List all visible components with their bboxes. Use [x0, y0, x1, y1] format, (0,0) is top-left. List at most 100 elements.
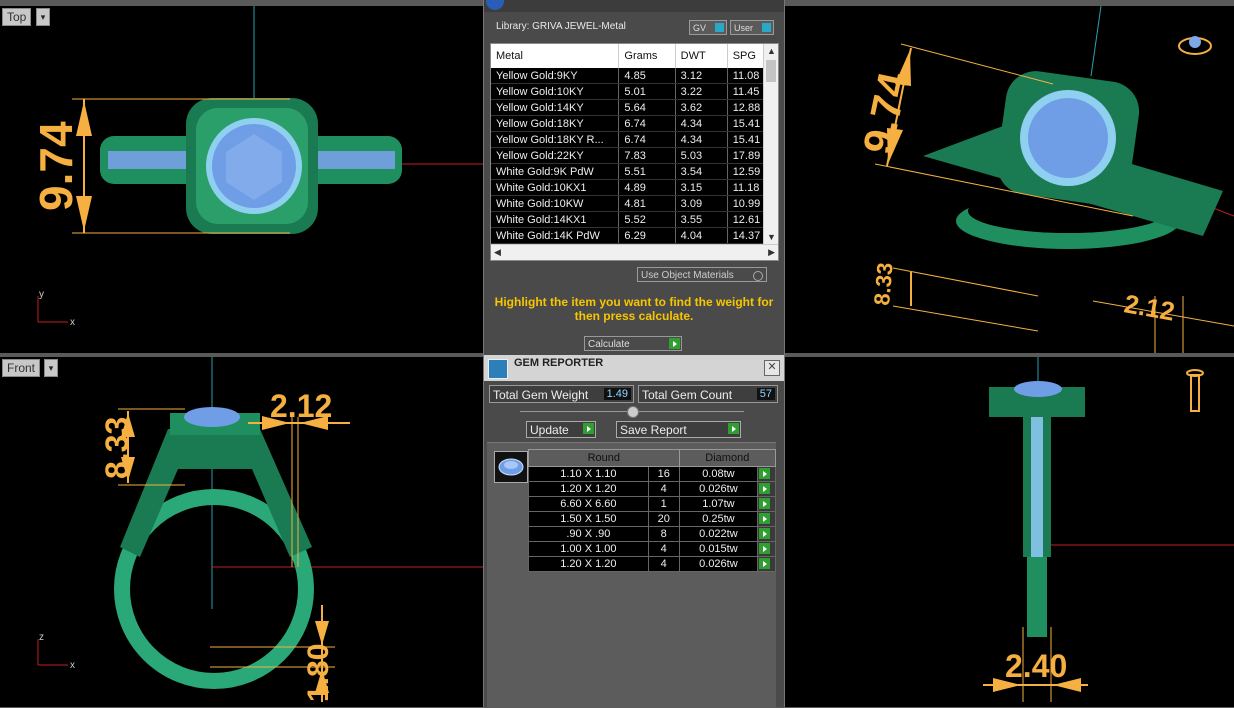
dwt-value: 3.55	[675, 211, 728, 228]
table-row[interactable]: White Gold:14K PdW 6.29 4.04 14.37	[491, 227, 778, 244]
gem-weight: 0.026tw	[678, 481, 759, 497]
scroll-down-icon[interactable]: ▼	[767, 232, 776, 242]
round-gem-thumbnail	[494, 451, 528, 483]
row-action-button[interactable]	[757, 511, 776, 527]
scroll-left-icon[interactable]: ◀	[494, 247, 501, 258]
total-gem-weight-label: Total Gem Weight	[493, 388, 589, 402]
user-button[interactable]: User	[730, 20, 774, 35]
use-object-materials-option[interactable]: Use Object Materials	[637, 267, 767, 282]
gem-weight: 1.07tw	[678, 496, 759, 512]
table-row[interactable]: 6.60 X 6.60 1 1.07tw	[528, 496, 776, 512]
table-row[interactable]: White Gold:10KX1 4.89 3.15 11.18	[491, 179, 778, 196]
calculate-label: Calculate	[588, 339, 630, 350]
play-icon	[583, 423, 594, 434]
column-header-dwt[interactable]: DWT	[675, 44, 728, 68]
dim-persp-c: 2.12	[1122, 288, 1177, 326]
metal-name: Yellow Gold:18KY	[491, 115, 620, 132]
viewport-right[interactable]: 2.40	[783, 357, 1234, 707]
axis-y-label: y	[39, 289, 44, 300]
table-row[interactable]: White Gold:14KX1 5.52 3.55 12.61	[491, 211, 778, 228]
chevron-down-icon[interactable]: ▾	[44, 359, 58, 377]
table-row[interactable]: 1.20 X 1.20 4 0.026tw	[528, 556, 776, 572]
gv-button-label: GV	[693, 23, 707, 33]
table-row[interactable]: Yellow Gold:18KY 6.74 4.34 15.41	[491, 115, 778, 132]
gem-size: 6.60 X 6.60	[528, 496, 649, 512]
table-row[interactable]: White Gold:10KW 4.81 3.09 10.99	[491, 195, 778, 212]
scroll-right-icon[interactable]: ▶	[768, 247, 775, 258]
gem-weight: 0.08tw	[678, 466, 759, 482]
metal-name: Yellow Gold:18KY R...	[491, 131, 620, 148]
gem-size: 1.50 X 1.50	[528, 511, 649, 527]
total-gem-weight-value: 1.49	[603, 388, 631, 400]
viewport-label-top[interactable]: Top	[2, 8, 32, 26]
play-icon	[669, 338, 680, 349]
dwt-value: 3.62	[675, 99, 728, 116]
gem-weight: 0.25tw	[678, 511, 759, 527]
grams-value: 4.85	[618, 68, 676, 84]
column-header-shape: Round	[528, 449, 680, 467]
chevron-down-icon[interactable]: ▾	[36, 8, 50, 26]
close-icon[interactable]: ✕	[764, 360, 780, 376]
total-gem-weight-field: Total Gem Weight 1.49	[489, 385, 634, 403]
table-row[interactable]: 1.20 X 1.20 4 0.026tw	[528, 481, 776, 497]
column-header-type: Diamond	[678, 449, 777, 467]
vertical-scrollbar[interactable]: ▲ ▼	[763, 44, 778, 244]
column-header-grams[interactable]: Grams	[618, 44, 676, 68]
dim-persp-b: 8.33	[869, 262, 898, 307]
table-row[interactable]: 1.00 X 1.00 4 0.015tw	[528, 541, 776, 557]
table-row[interactable]: Yellow Gold:14KY 5.64 3.62 12.88	[491, 99, 778, 116]
row-action-button[interactable]	[757, 466, 776, 482]
dim-front-width: 2.12	[270, 388, 332, 424]
collapse-handle-icon[interactable]	[627, 406, 639, 418]
update-button[interactable]: Update	[526, 421, 596, 438]
row-action-button[interactable]	[757, 496, 776, 512]
dwt-value: 4.34	[675, 131, 728, 148]
row-action-button[interactable]	[757, 556, 776, 572]
dwt-value: 3.15	[675, 179, 728, 196]
radio-icon[interactable]	[753, 271, 763, 281]
metal-table[interactable]: Metal Grams DWT SPG Yellow Gold:9KY 4.85 3…	[490, 43, 779, 261]
viewport-label-front[interactable]: Front	[2, 359, 41, 377]
metal-name: Yellow Gold:22KY	[491, 147, 620, 164]
gv-button[interactable]: GV	[689, 20, 727, 35]
metal-name: Yellow Gold:10KY	[491, 83, 620, 100]
dwt-value: 4.04	[675, 227, 728, 244]
row-action-button[interactable]	[757, 481, 776, 497]
gem-reporter-title-bar[interactable]: GEM REPORTER ✕	[484, 355, 784, 381]
dim-top-vertical: 9.74	[30, 121, 82, 211]
table-row[interactable]: Yellow Gold:10KY 5.01 3.22 11.45	[491, 83, 778, 100]
dwt-value: 5.03	[675, 147, 728, 164]
save-report-button[interactable]: Save Report	[616, 421, 741, 438]
horizontal-scrollbar[interactable]: ◀ ▶	[491, 244, 778, 260]
toggle-icon	[715, 23, 724, 32]
table-row[interactable]: .90 X .90 8 0.022tw	[528, 526, 776, 542]
dwt-value: 4.34	[675, 115, 728, 132]
gem-size: 1.00 X 1.00	[528, 541, 649, 557]
scroll-thumb[interactable]	[766, 60, 776, 82]
user-button-label: User	[734, 23, 754, 33]
library-label: Library: GRIVA JEWEL-Metal	[496, 21, 626, 32]
row-action-button[interactable]	[757, 526, 776, 542]
viewport-front[interactable]: 8.33 2.12 1.80 z x Front ▾	[0, 357, 483, 707]
table-row[interactable]: White Gold:9K PdW 5.51 3.54 12.59	[491, 163, 778, 180]
row-action-button[interactable]	[757, 541, 776, 557]
gem-table[interactable]: Round Diamond 1.10 X 1.10 16 0.08tw 1.20 X…	[528, 449, 777, 572]
calculate-button[interactable]: Calculate	[584, 336, 682, 351]
total-gem-count-value: 57	[756, 388, 775, 400]
grams-value: 4.89	[618, 179, 676, 196]
ring-top-view: 9.74 y x	[30, 6, 483, 328]
play-icon	[728, 423, 739, 434]
scroll-up-icon[interactable]: ▲	[767, 46, 776, 56]
table-row[interactable]: Yellow Gold:18KY R... 6.74 4.34 15.41	[491, 131, 778, 148]
table-row[interactable]: 1.50 X 1.50 20 0.25tw	[528, 511, 776, 527]
metal-weight-panel: Library: GRIVA JEWEL-Metal GV User Metal…	[483, 0, 785, 355]
viewport-top[interactable]: 9.74 y x Top ▾	[0, 6, 483, 353]
gem-reporter-panel: GEM REPORTER ✕ Total Gem Weight 1.49 Tot…	[483, 355, 785, 708]
viewport-perspective[interactable]: 9.74 8.33 2.12	[783, 6, 1234, 353]
table-row[interactable]: Yellow Gold:9KY 4.85 3.12 11.08	[491, 68, 778, 84]
dim-front-height: 8.33	[99, 417, 135, 479]
table-row[interactable]: 1.10 X 1.10 16 0.08tw	[528, 466, 776, 482]
column-header-metal[interactable]: Metal	[491, 44, 620, 68]
table-row[interactable]: Yellow Gold:22KY 7.83 5.03 17.89	[491, 147, 778, 164]
gem-weight: 0.022tw	[678, 526, 759, 542]
